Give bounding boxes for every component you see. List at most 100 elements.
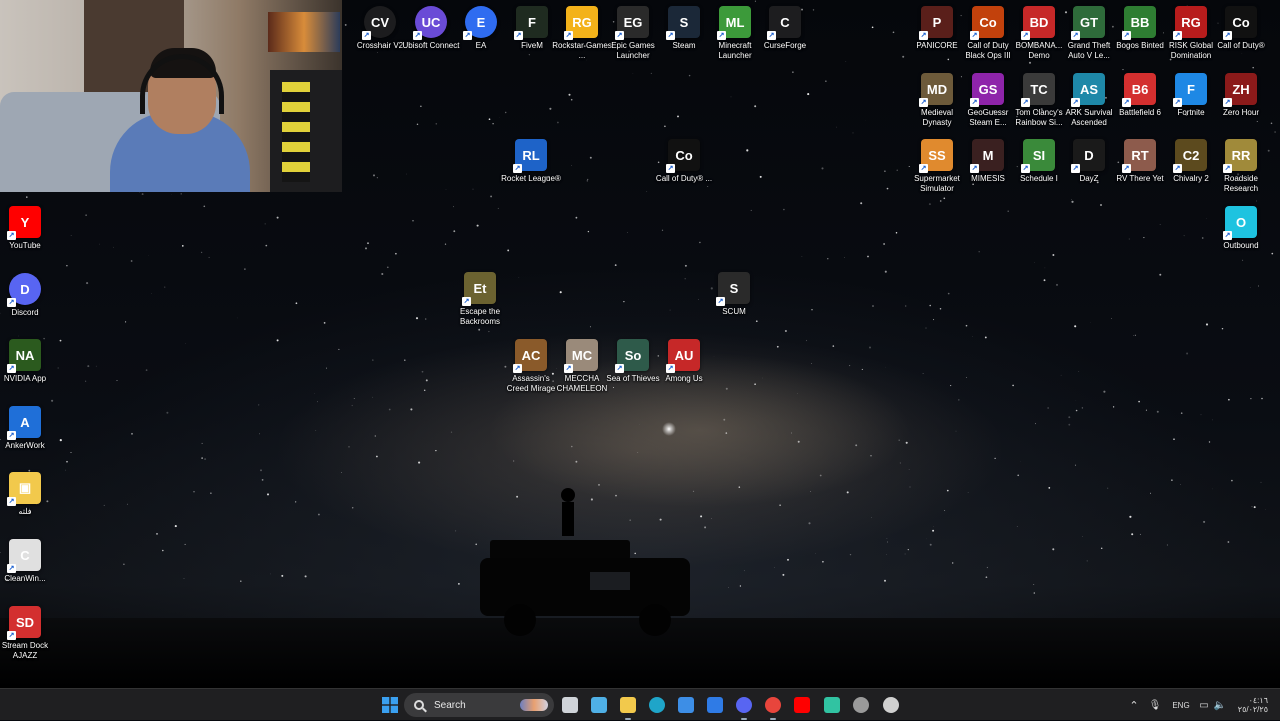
shortcut-arrow-icon: ↗ — [7, 298, 16, 307]
fortnite-icon: F↗ — [1175, 73, 1207, 105]
taskbar-search[interactable]: Search — [404, 693, 554, 717]
desktop-icon-label: Call of Duty® — [1211, 41, 1271, 51]
desktop-icon[interactable]: D↗Discord — [0, 273, 55, 318]
stream-dock-icon: SD↗ — [9, 606, 41, 638]
rocket-league-icon: RL↗ — [515, 139, 547, 171]
desktop-icon[interactable]: O↗Outbound — [1211, 206, 1271, 251]
taskbar-obs[interactable] — [849, 693, 873, 717]
store-icon — [678, 697, 694, 713]
rockstar-logo-icon: RG↗ — [566, 6, 598, 38]
chevron-up-icon[interactable]: ⌃ — [1124, 699, 1144, 712]
taskbar-file-explorer[interactable] — [616, 693, 640, 717]
desktop-icon[interactable]: SD↗Stream Dock AJAZZ — [0, 606, 55, 661]
desktop-icon-label: CleanWin... — [0, 574, 55, 584]
assassins-creed-icon: AC↗ — [515, 339, 547, 371]
desktop-icon-label: Outbound — [1211, 241, 1271, 251]
shortcut-arrow-icon: ↗ — [1173, 164, 1182, 173]
geoguessr-pin-icon: GS↗ — [972, 73, 1004, 105]
volume-icon[interactable]: 🔈 — [1212, 700, 1228, 711]
taskbar-mail[interactable] — [703, 693, 727, 717]
taskbar-chrome[interactable] — [761, 693, 785, 717]
task-view-icon — [562, 697, 578, 713]
shortcut-arrow-icon: ↗ — [1223, 164, 1232, 173]
shortcut-arrow-icon: ↗ — [1021, 98, 1030, 107]
taskbar-store[interactable] — [674, 693, 698, 717]
shortcut-arrow-icon: ↗ — [564, 31, 573, 40]
language-indicator[interactable]: ENG — [1166, 701, 1196, 710]
clock-date: ٢٥/٠٢/٢٥ — [1238, 705, 1268, 714]
shortcut-arrow-icon: ↗ — [1122, 98, 1131, 107]
mail-icon — [707, 697, 723, 713]
roadside-icon: RR↗ — [1225, 139, 1257, 171]
desktop-icon-label: فلته — [0, 507, 55, 517]
desktop-icon[interactable]: ▣↗فلته — [0, 472, 55, 517]
ankerwork-icon: A↗ — [9, 406, 41, 438]
shortcut-arrow-icon: ↗ — [1122, 164, 1131, 173]
shortcut-arrow-icon: ↗ — [1071, 98, 1080, 107]
shortcut-arrow-icon: ↗ — [1173, 98, 1182, 107]
desktop-icon[interactable]: Co↗ Call of Duty® — [1211, 6, 1271, 51]
cod-logo-icon: Co↗ — [1225, 6, 1257, 38]
desktop-icon[interactable]: RR↗Roadside Research — [1211, 139, 1271, 194]
obs-icon — [853, 697, 869, 713]
shortcut-arrow-icon: ↗ — [514, 31, 523, 40]
taskbar-settings[interactable] — [879, 693, 903, 717]
clock[interactable]: ٠٤:١٦ ٢٥/٠٢/٢٥ — [1228, 696, 1268, 714]
battlefield-icon: B6↗ — [1124, 73, 1156, 105]
shortcut-arrow-icon: ↗ — [1223, 98, 1232, 107]
desktop-icon-label: Escape the Backrooms — [450, 307, 510, 327]
windows-logo-icon — [382, 697, 398, 713]
taskbar-youtube[interactable] — [790, 693, 814, 717]
steam-logo-icon: S↗ — [668, 6, 700, 38]
desktop-icon[interactable]: C↗CurseForge — [755, 6, 815, 51]
desktop-icon[interactable]: C↗CleanWin... — [0, 539, 55, 584]
network-icon[interactable]: ▭ — [1196, 700, 1212, 711]
desktop-icon[interactable]: S↗SCUM — [704, 272, 764, 317]
shortcut-arrow-icon: ↗ — [1021, 31, 1030, 40]
shortcut-arrow-icon: ↗ — [1071, 31, 1080, 40]
fivem-logo-icon: F↗ — [516, 6, 548, 38]
desktop-icon-label: Zero Hour — [1211, 108, 1271, 118]
taskbar-edge[interactable] — [645, 693, 669, 717]
shortcut-arrow-icon: ↗ — [666, 31, 675, 40]
shortcut-arrow-icon: ↗ — [919, 31, 928, 40]
gear-icon — [883, 697, 899, 713]
taskbar-discord[interactable] — [732, 693, 756, 717]
desktop-icon[interactable]: NA↗NVIDIA App — [0, 339, 55, 384]
schedule-leaf-icon: SI↗ — [1023, 139, 1055, 171]
folder-icon — [620, 697, 636, 713]
shortcut-arrow-icon: ↗ — [615, 364, 624, 373]
desktop-icon[interactable]: AU↗Among Us — [654, 339, 714, 384]
shortcut-arrow-icon: ↗ — [970, 31, 979, 40]
shortcut-arrow-icon: ↗ — [615, 31, 624, 40]
desktop-icon[interactable]: Y↗YouTube — [0, 206, 55, 251]
taskbar-taskview[interactable] — [558, 693, 582, 717]
shortcut-arrow-icon: ↗ — [666, 364, 675, 373]
curseforge-anvil-icon: C↗ — [769, 6, 801, 38]
start-button[interactable] — [380, 693, 400, 717]
microphone-icon[interactable]: 🎙 — [1144, 700, 1166, 711]
medieval-icon: MD↗ — [921, 73, 953, 105]
desktop-icon[interactable]: A↗ AnkerWork — [0, 406, 55, 451]
desktop-icon[interactable]: Et↗Escape the Backrooms — [450, 272, 510, 327]
crosshair-icon: CV↗ — [364, 6, 396, 38]
desktop-icon[interactable]: RL↗Rocket League® — [501, 139, 561, 184]
desktop-icon-label: AnkerWork — [0, 441, 55, 451]
desktop-icon[interactable]: Co↗Call of Duty® ... — [654, 139, 714, 184]
desktop-icon[interactable]: ZH↗ Zero Hour — [1211, 73, 1271, 118]
shortcut-arrow-icon: ↗ — [919, 164, 928, 173]
shortcut-arrow-icon: ↗ — [564, 364, 573, 373]
shortcut-arrow-icon: ↗ — [919, 98, 928, 107]
shortcut-arrow-icon: ↗ — [7, 431, 16, 440]
shortcut-arrow-icon: ↗ — [7, 231, 16, 240]
chrome-icon — [765, 697, 781, 713]
ark-icon: AS↗ — [1073, 73, 1105, 105]
taskbar-copilot[interactable] — [587, 693, 611, 717]
desktop-icon-label: Among Us — [654, 374, 714, 384]
discord-icon: D↗ — [9, 273, 41, 305]
zero-hour-icon: ZH↗ — [1225, 73, 1257, 105]
taskbar-streamlabs[interactable] — [820, 693, 844, 717]
shortcut-arrow-icon: ↗ — [970, 98, 979, 107]
shortcut-arrow-icon: ↗ — [1173, 31, 1182, 40]
shortcut-arrow-icon: ↗ — [1122, 31, 1131, 40]
